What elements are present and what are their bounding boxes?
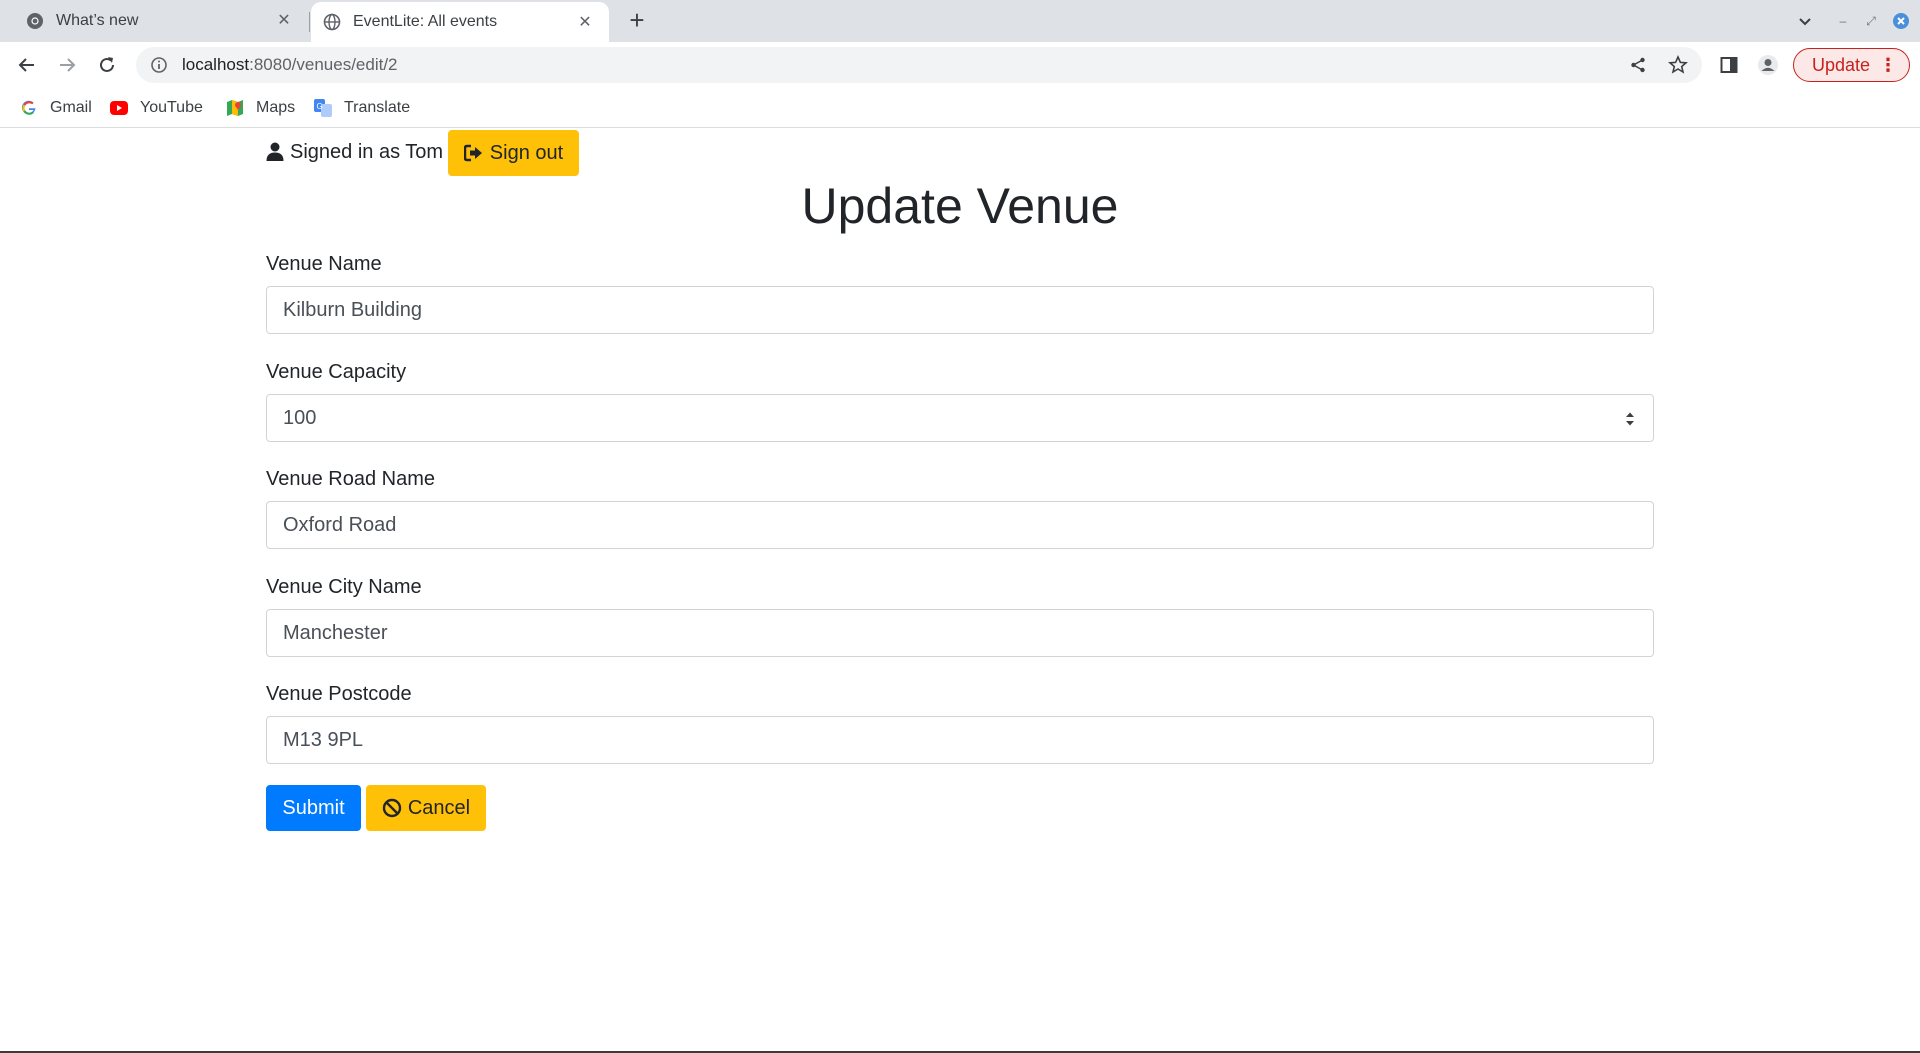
browser-toolbar: localhost:8080/venues/edit/2 Update ⋮ xyxy=(0,42,1920,88)
venue-capacity-input[interactable]: 100 xyxy=(266,394,1654,442)
site-info-icon[interactable] xyxy=(150,56,168,74)
chrome-update-button[interactable]: Update ⋮ xyxy=(1793,48,1910,82)
bookmark-gmail[interactable]: Gmail xyxy=(20,97,92,119)
google-icon xyxy=(20,99,38,117)
signed-in-status: Signed in as Tom xyxy=(266,139,443,165)
profile-icon[interactable] xyxy=(1757,54,1779,76)
page-title: Update Venue xyxy=(801,178,1119,234)
venue-city-label: Venue City Name xyxy=(266,576,422,598)
youtube-icon xyxy=(110,99,128,117)
minimize-icon[interactable]: – xyxy=(1834,12,1852,30)
bookmark-label: Maps xyxy=(256,99,296,116)
signed-in-text: Signed in as Tom xyxy=(290,140,444,163)
venue-name-input[interactable]: Kilburn Building xyxy=(266,286,1654,334)
tab-separator xyxy=(309,12,310,32)
venue-road-label: Venue Road Name xyxy=(266,468,436,490)
venue-capacity-value: 100 xyxy=(283,406,317,429)
page-content: Signed in as Tom Sign out Update Venue V… xyxy=(0,129,1920,1053)
sign-out-icon xyxy=(463,144,482,162)
close-tab-icon[interactable]: ✕ xyxy=(575,13,595,33)
venue-road-value: Oxford Road xyxy=(283,513,397,536)
venue-postcode-label: Venue Postcode xyxy=(266,683,412,705)
bookmark-star-icon[interactable] xyxy=(1668,55,1688,75)
bookmark-translate[interactable]: G Translate xyxy=(314,97,410,119)
cancel-button[interactable]: Cancel xyxy=(366,785,486,831)
tab-whats-new[interactable]: What’s new ✕ xyxy=(0,0,308,42)
url-path: :8080/venues/edit/2 xyxy=(249,55,398,74)
venue-name-value: Kilburn Building xyxy=(283,298,422,321)
ban-icon xyxy=(382,798,402,818)
submit-button[interactable]: Submit xyxy=(266,785,361,831)
venue-city-value: Manchester xyxy=(283,621,388,644)
bookmark-label: YouTube xyxy=(140,99,203,116)
venue-name-label: Venue Name xyxy=(266,253,382,275)
restore-icon[interactable]: ⤢ xyxy=(1862,12,1880,30)
more-menu-icon: ⋮ xyxy=(1879,55,1897,75)
bookmarks-bar: Gmail YouTube Maps G Translate xyxy=(0,88,1920,128)
back-button[interactable] xyxy=(13,51,41,79)
url-host: localhost xyxy=(182,55,250,74)
tab-eventlite[interactable]: EventLite: All events ✕ xyxy=(311,2,609,42)
close-window-icon[interactable] xyxy=(1892,12,1910,30)
venue-postcode-input[interactable]: M13 9PL xyxy=(266,716,1654,764)
reload-button[interactable] xyxy=(93,51,121,79)
share-icon[interactable] xyxy=(1628,55,1648,75)
new-tab-button[interactable]: + xyxy=(624,7,650,34)
side-panel-icon[interactable] xyxy=(1718,54,1740,76)
tab-search-icon[interactable] xyxy=(1796,12,1814,30)
bookmark-label: Gmail xyxy=(50,99,92,116)
venue-postcode-value: M13 9PL xyxy=(283,728,364,751)
user-icon xyxy=(266,142,284,162)
globe-icon xyxy=(323,13,341,31)
maps-icon xyxy=(226,99,244,117)
sign-out-label: Sign out xyxy=(489,141,564,164)
submit-label: Submit xyxy=(282,796,345,819)
url-text: localhost:8080/venues/edit/2 xyxy=(182,55,398,75)
tab-title: What’s new xyxy=(56,12,139,29)
address-bar[interactable]: localhost:8080/venues/edit/2 xyxy=(136,47,1702,83)
tab-strip: What’s new ✕ EventLite: All events ✕ + –… xyxy=(0,0,1920,42)
venue-city-input[interactable]: Manchester xyxy=(266,609,1654,657)
update-label: Update xyxy=(1812,54,1871,75)
venue-capacity-label: Venue Capacity xyxy=(266,361,407,383)
forward-button[interactable] xyxy=(53,51,81,79)
tab-title: EventLite: All events xyxy=(353,13,498,30)
bookmark-maps[interactable]: Maps xyxy=(226,97,295,119)
chrome-icon xyxy=(26,12,44,30)
close-tab-icon[interactable]: ✕ xyxy=(274,11,294,31)
bookmark-youtube[interactable]: YouTube xyxy=(110,97,203,119)
svg-text:G: G xyxy=(317,102,323,111)
sign-out-button[interactable]: Sign out xyxy=(448,130,579,176)
cancel-label: Cancel xyxy=(407,796,471,819)
bookmark-label: Translate xyxy=(344,99,411,116)
number-spinner-icon[interactable] xyxy=(1623,409,1637,429)
venue-road-input[interactable]: Oxford Road xyxy=(266,501,1654,549)
translate-icon: G xyxy=(314,99,332,117)
